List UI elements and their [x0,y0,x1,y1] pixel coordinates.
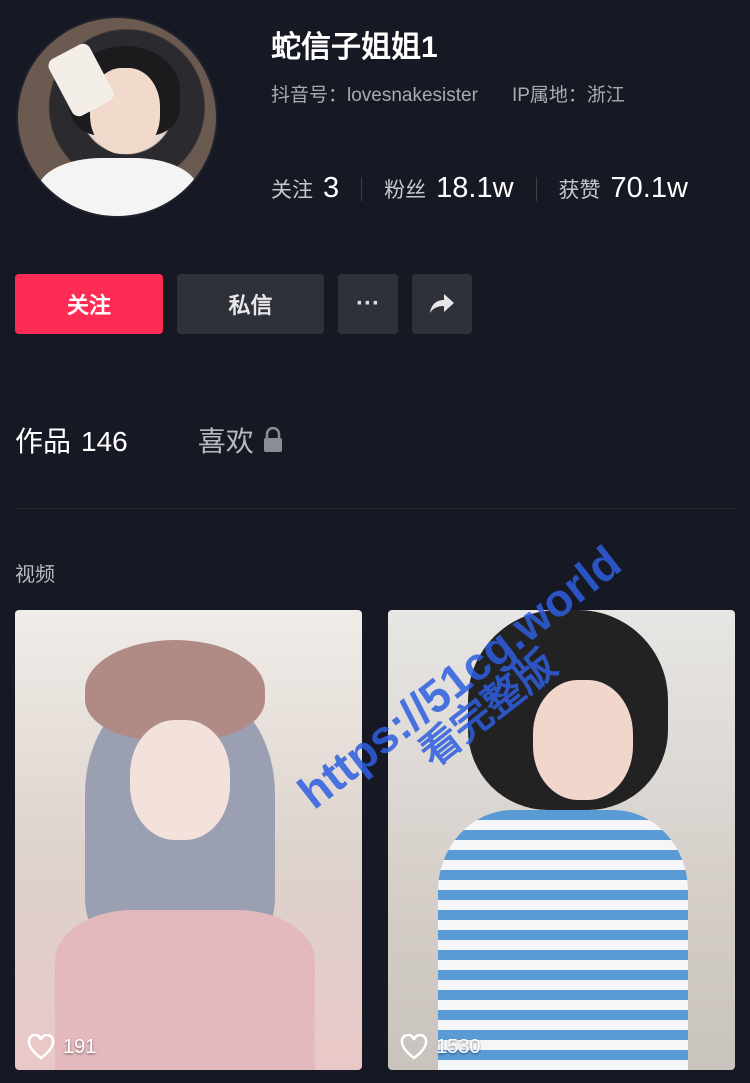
profile-avatar[interactable] [16,16,218,218]
tab-works-count: 146 [81,426,128,457]
more-button[interactable]: ··· [338,274,398,334]
tabs-divider [15,508,735,509]
stat-likes-value: 70.1w [610,172,688,204]
tab-works[interactable]: 作品 146 [15,420,128,460]
share-icon [430,294,454,313]
stat-following[interactable]: 关注 3 [271,172,339,205]
video-likes-count: 1530 [436,1035,481,1058]
video-likes-count: 191 [63,1035,97,1058]
tab-likes[interactable]: 喜欢 [198,420,284,460]
message-button[interactable]: 私信 [177,274,324,334]
follow-button[interactable]: 关注 [15,274,163,334]
stat-following-value: 3 [323,172,340,204]
video-thumbnail-face [533,680,633,800]
lock-icon [263,427,282,452]
video-thumbnail-face [130,720,230,840]
douyin-id: 抖音号：lovesnakesister [271,85,478,106]
heart-icon [27,1034,55,1060]
stat-fans-value: 18.1w [436,172,514,204]
profile-meta: 抖音号：lovesnakesister IP属地：浙江 [271,80,625,107]
video-card[interactable]: 191 [15,610,362,1070]
video-likes: 1530 [400,1034,481,1060]
stat-likes: 获赞 70.1w [559,172,688,205]
stat-fans-label: 粉丝 [384,179,427,202]
profile-tabs: 作品 146 喜欢 [15,420,284,460]
tab-likes-label: 喜欢 [197,426,254,457]
stat-likes-label: 获赞 [558,179,601,202]
stat-divider [361,176,363,201]
avatar-shirt [38,158,198,216]
heart-icon [400,1034,428,1060]
stat-divider [535,176,537,201]
stat-fans[interactable]: 粉丝 18.1w [384,172,513,205]
ip-location: IP属地：浙江 [511,85,625,106]
more-icon: ··· [356,290,380,317]
video-thumbnail-top [438,810,688,1070]
stat-following-label: 关注 [271,179,313,202]
tab-works-label: 作品 [15,426,72,457]
video-likes: 191 [27,1034,96,1060]
profile-name: 蛇信子姐姐1 [271,31,438,64]
profile-stats: 关注 3 粉丝 18.1w 获赞 70.1w [271,172,688,205]
share-button[interactable] [412,274,472,334]
section-title: 视频 [15,564,55,586]
